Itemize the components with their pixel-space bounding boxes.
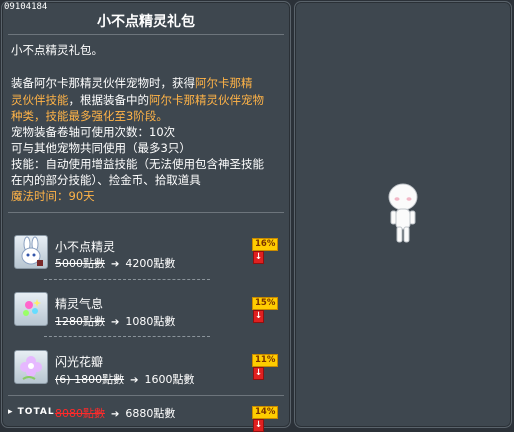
new-price: 4200點數 <box>125 257 176 270</box>
item-price: (6) 1800點數 ➔ 1600點數 <box>55 371 194 387</box>
discount-percent: 11% <box>252 354 279 367</box>
arrow-right-icon: ➔ <box>111 259 120 270</box>
arrow-right-icon: ➔ <box>130 375 139 386</box>
new-price: 1600點數 <box>144 373 195 386</box>
down-arrow-icon: ↓ <box>253 251 264 264</box>
arrow-right-icon: ➔ <box>111 317 120 328</box>
desc-highlight: 阿尔卡那精 <box>195 76 253 90</box>
discount-percent: 14% <box>252 406 279 419</box>
desc-line-2: 灵伙伴技能，根据装备中的阿尔卡那精灵伙伴宠物 <box>11 92 264 109</box>
section-divider <box>8 212 284 213</box>
discount-percent: 15% <box>252 297 279 310</box>
item-divider <box>44 279 210 280</box>
total-text: TOTAL <box>17 407 55 417</box>
down-arrow-icon: ↓ <box>253 310 264 323</box>
item-name-line: 小不点精灵礼包。 <box>11 43 103 57</box>
discount-percent: 16% <box>252 238 279 251</box>
desc-highlight: 阿尔卡那精灵伙伴宠物 <box>149 93 264 107</box>
new-price: 1080點數 <box>125 315 176 328</box>
old-price: 8080點數 <box>55 407 105 420</box>
arrow-right-icon: ➔ <box>111 409 120 420</box>
down-arrow-icon: ↓ <box>253 419 264 432</box>
total-divider <box>8 395 284 396</box>
title-divider <box>8 34 284 35</box>
total-label: ▸ TOTAL <box>8 407 55 417</box>
item-title: 小不点精灵礼包 <box>97 14 195 30</box>
item-name: 小不点精灵 <box>55 240 116 254</box>
rabbit-pet-icon <box>14 235 48 269</box>
old-price: 5000點數 <box>55 257 105 270</box>
avatar-preview <box>388 183 418 243</box>
item-price: 5000點數 ➔ 4200點數 <box>55 255 175 271</box>
item-divider <box>44 336 210 337</box>
discount-badge: 11%↓ <box>252 354 290 380</box>
desc-line-3: 种类，技能最多强化至3阶段。 <box>11 109 168 123</box>
old-price: 1280點數 <box>55 315 105 328</box>
item-name: 精灵气息 <box>55 297 104 311</box>
total-price: 8080點數 ➔ 6880點數 <box>55 405 175 421</box>
flower-petal-icon <box>14 350 48 384</box>
item-name: 闪光花瓣 <box>55 355 104 369</box>
desc-highlight: 灵伙伴技能 <box>11 93 69 107</box>
preview-panel <box>294 1 512 428</box>
desc-text: 装备阿尔卡那精灵伙伴宠物时，获得 <box>11 76 195 90</box>
item-price: 1280點數 ➔ 1080點數 <box>55 313 175 329</box>
desc-line-1: 装备阿尔卡那精灵伙伴宠物时，获得阿尔卡那精 <box>11 75 253 92</box>
old-price: (6) 1800點數 <box>55 373 125 386</box>
sparkle-aura-icon <box>14 292 48 326</box>
item-info-panel: 09104184 小不点精灵礼包 小不点精灵礼包。 装备阿尔卡那精灵伙伴宠物时，… <box>1 1 291 432</box>
new-price: 6880點數 <box>125 407 176 420</box>
desc-line-6: 技能：自动使用增益技能（无法使用包含神圣技能 <box>11 157 264 171</box>
down-arrow-icon: ↓ <box>253 367 264 380</box>
desc-line-5: 可与其他宠物共同使用（最多3只） <box>11 141 191 155</box>
desc-text: ，根据装备中的 <box>68 93 150 107</box>
discount-badge: 15%↓ <box>252 297 290 323</box>
desc-line-7: 在内的部分技能）、捡金币、拾取道具 <box>11 173 201 187</box>
discount-badge: 16%↓ <box>252 238 290 264</box>
magic-time: 魔法时间：90天 <box>11 189 95 203</box>
desc-line-4: 宠物装备卷轴可使用次数：10次 <box>11 125 176 139</box>
discount-badge: 14%↓ <box>252 406 290 432</box>
